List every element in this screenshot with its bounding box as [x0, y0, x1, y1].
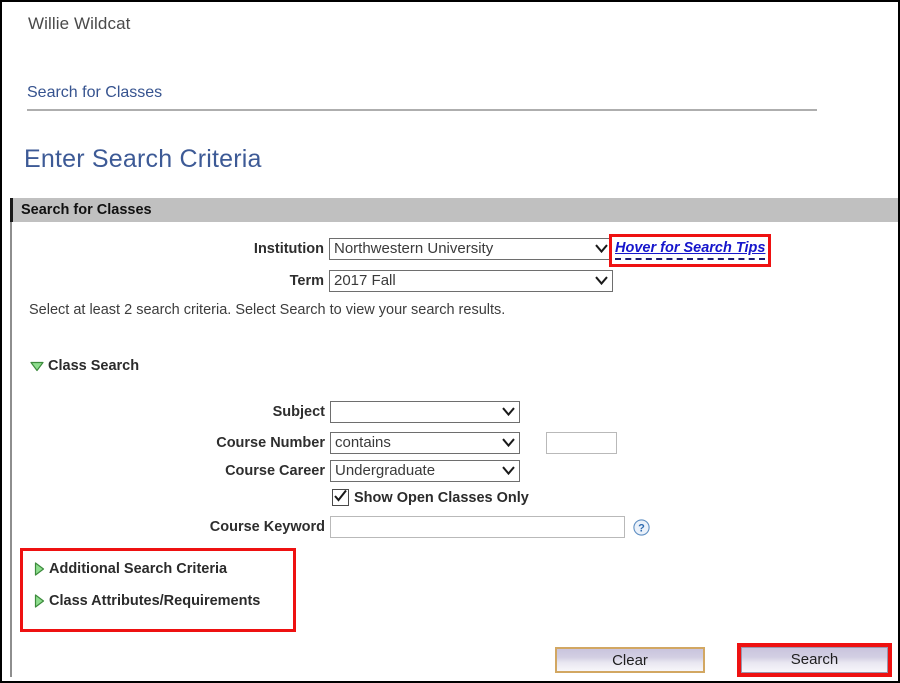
- course-keyword-field-row: Course Keyword ?: [190, 516, 650, 538]
- course-number-input[interactable]: [546, 432, 617, 454]
- section-label-class-attributes: Class Attributes/Requirements: [49, 593, 261, 609]
- triangle-down-icon: [30, 361, 44, 371]
- section-label-class-search: Class Search: [48, 358, 140, 374]
- triangle-right-icon: [34, 594, 45, 608]
- course-keyword-label: Course Keyword: [209, 519, 325, 535]
- chevron-down-icon: [502, 466, 515, 476]
- course-number-operator-select[interactable]: contains: [330, 432, 520, 454]
- course-number-field-row: Course Number contains: [190, 432, 617, 454]
- search-for-classes-page: Willie Wildcat Search for Classes Enter …: [0, 0, 900, 683]
- term-select[interactable]: 2017 Fall: [329, 270, 613, 292]
- institution-select[interactable]: Northwestern University: [329, 238, 613, 260]
- show-open-classes-only-row: Show Open Classes Only: [332, 489, 529, 506]
- subject-select[interactable]: [330, 401, 520, 423]
- course-career-field-row: Course Career Undergraduate: [194, 460, 520, 482]
- chevron-down-icon: [595, 276, 608, 286]
- subject-field-row: Subject: [209, 401, 520, 423]
- institution-value: Northwestern University: [334, 240, 494, 257]
- search-button[interactable]: Search: [741, 647, 888, 673]
- course-number-operator-value: contains: [335, 434, 391, 451]
- hover-for-search-tips-link[interactable]: Hover for Search Tips: [615, 240, 766, 260]
- term-field-row: Term 2017 Fall: [240, 270, 613, 292]
- section-toggle-class-attributes[interactable]: Class Attributes/Requirements: [34, 593, 260, 609]
- search-instructions-text: Select at least 2 search criteria. Selec…: [29, 302, 506, 318]
- subject-label: Subject: [272, 404, 325, 420]
- section-toggle-additional-search-criteria[interactable]: Additional Search Criteria: [34, 561, 227, 577]
- question-mark-help-icon[interactable]: ?: [633, 518, 650, 536]
- section-toggle-class-search[interactable]: Class Search: [30, 358, 139, 374]
- course-keyword-input[interactable]: [330, 516, 625, 538]
- group-header-label: Search for Classes: [21, 202, 152, 218]
- user-name: Willie Wildcat: [28, 14, 131, 33]
- institution-field-row: Institution Northwestern University: [240, 238, 613, 260]
- page-title: Enter Search Criteria: [24, 145, 262, 173]
- show-open-classes-only-label[interactable]: Show Open Classes Only: [354, 490, 529, 506]
- chevron-down-icon: [502, 407, 515, 417]
- group-header-search-for-classes: Search for Classes: [10, 198, 898, 222]
- breadcrumb-search-for-classes[interactable]: Search for Classes: [27, 84, 162, 102]
- breadcrumb-divider: [27, 109, 817, 111]
- course-number-label: Course Number: [216, 435, 325, 451]
- term-value: 2017 Fall: [334, 272, 396, 289]
- course-career-select[interactable]: Undergraduate: [330, 460, 520, 482]
- course-career-value: Undergraduate: [335, 462, 436, 479]
- chevron-down-icon: [595, 244, 608, 254]
- course-career-label: Course Career: [225, 463, 325, 479]
- chevron-down-icon: [502, 438, 515, 448]
- show-open-classes-only-checkbox[interactable]: [332, 489, 349, 506]
- term-label: Term: [289, 273, 324, 289]
- triangle-right-icon: [34, 562, 45, 576]
- clear-button[interactable]: Clear: [555, 647, 705, 673]
- svg-text:?: ?: [638, 522, 645, 534]
- institution-label: Institution: [253, 241, 324, 257]
- search-criteria-panel: Institution Northwestern University Term…: [10, 222, 898, 677]
- search-tips-highlight-box: Hover for Search Tips: [609, 234, 772, 267]
- section-label-additional-search-criteria: Additional Search Criteria: [49, 561, 228, 577]
- checkmark-icon: [334, 490, 347, 502]
